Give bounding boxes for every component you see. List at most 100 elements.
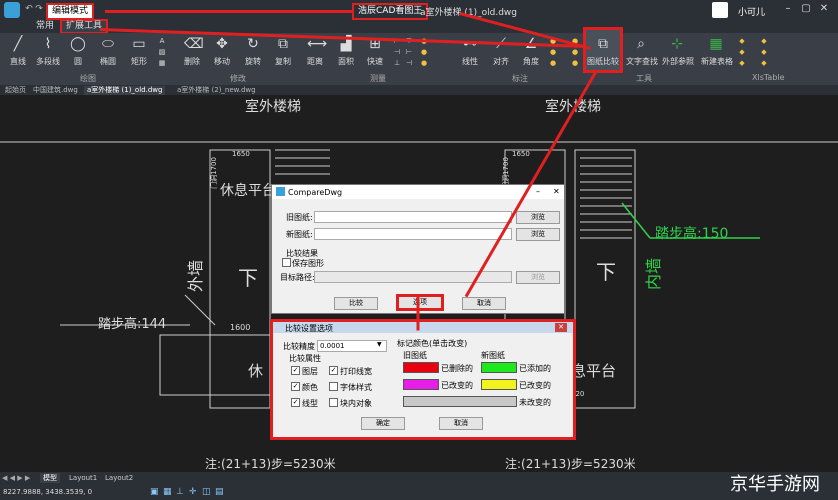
user-name[interactable]: 小可儿 <box>738 5 765 18</box>
tool-label: 面积 <box>338 57 354 66</box>
table-small-icon[interactable]: ◆ <box>760 37 768 45</box>
tab-layout2[interactable]: Layout2 <box>102 473 136 483</box>
dim-small-icon[interactable]: ⊥ <box>393 59 401 67</box>
copy-tool[interactable]: ⧉ 复制 <box>268 36 298 67</box>
app-logo-icon[interactable] <box>4 2 20 18</box>
cancel-button[interactable]: 取消 <box>439 417 483 430</box>
polar-toggle-icon[interactable]: ✛ <box>189 487 197 497</box>
attr-color-checkbox[interactable]: ✓ <box>291 382 300 391</box>
area-tool[interactable]: ▟ 面积 <box>331 36 361 67</box>
chevron-down-icon[interactable]: ▼ <box>377 341 382 348</box>
browse-new-button[interactable]: 浏览 <box>516 228 560 241</box>
dim-small-icon[interactable]: ⊣ <box>393 48 401 56</box>
annotation-arrow <box>416 296 420 331</box>
angle-dim-tool[interactable]: ∠角度 <box>516 36 546 67</box>
compare-icon: ⧉ <box>598 36 608 52</box>
stair-down-label: 下 <box>238 266 258 290</box>
rotate-tool[interactable]: ↻ 旋转 <box>238 36 268 67</box>
move-tool[interactable]: ✥ 移动 <box>207 36 237 67</box>
right-step-height: 踏步高:150 <box>655 226 729 242</box>
bulb-icon[interactable]: ● <box>571 59 579 67</box>
snap-toggle-icon[interactable]: ▣ <box>150 487 159 497</box>
ortho-toggle-icon[interactable]: ⊥ <box>176 487 184 497</box>
deleted-color-swatch[interactable] <box>403 362 439 373</box>
delete-tool[interactable]: ⌫ 删除 <box>177 36 207 67</box>
table-small-icon[interactable]: ◆ <box>760 48 768 56</box>
close-icon[interactable]: ✕ <box>555 323 567 332</box>
save-graphic-checkbox[interactable] <box>282 258 291 267</box>
osnap-toggle-icon[interactable]: ◫ <box>202 487 211 497</box>
tab-model[interactable]: 模型 <box>40 473 60 483</box>
bulb-icon[interactable]: ● <box>549 59 557 67</box>
xref-tool[interactable]: ⊹ 外部参照 <box>662 36 694 67</box>
mark-color-label: 标记颜色(单击改变) <box>397 339 468 348</box>
table-small-icon[interactable]: ◆ <box>738 59 746 67</box>
target-path-input[interactable] <box>314 271 512 283</box>
ellipse-tool[interactable]: ⬭ 椭圆 <box>93 36 123 67</box>
bulb-icon[interactable]: ● <box>420 48 428 56</box>
mark-label: 已添加的 <box>519 364 551 373</box>
doc-tab-start[interactable]: 起始页 <box>2 86 29 95</box>
new-drawing-input[interactable] <box>314 228 512 240</box>
left-title: 室外楼梯 <box>245 99 301 115</box>
attr-layer-checkbox[interactable]: ✓ <box>291 366 300 375</box>
text-search-tool[interactable]: ⌕ 文字查找 <box>626 36 658 67</box>
bulb-icon[interactable]: ● <box>571 48 579 56</box>
ok-button[interactable]: 确定 <box>361 417 405 430</box>
tab-common[interactable]: 常用 <box>32 21 58 32</box>
dim-small-icon[interactable]: ⊣ <box>405 59 413 67</box>
edit-mode-label[interactable]: 编辑模式 <box>46 3 95 20</box>
avatar[interactable] <box>712 2 728 18</box>
line-tool[interactable]: ╱ 直线 <box>3 36 33 67</box>
changed-new-color-swatch[interactable] <box>481 379 517 390</box>
tool-label: 对齐 <box>493 57 509 66</box>
doc-tab-new[interactable]: a室外楼梯 (2)_new.dwg <box>174 86 259 95</box>
minimize-button[interactable]: – <box>782 3 794 15</box>
close-button[interactable]: ✕ <box>818 3 830 15</box>
browse-old-button[interactable]: 浏览 <box>516 211 560 224</box>
maximize-button[interactable]: ▢ <box>800 3 812 15</box>
options-button[interactable]: 选项 <box>396 294 444 311</box>
tab-layout1[interactable]: Layout1 <box>66 473 100 483</box>
table-small-icon[interactable]: ◆ <box>738 37 746 45</box>
changed-old-color-swatch[interactable] <box>403 379 439 390</box>
tab-extension-tools[interactable]: 扩展工具 <box>60 19 109 34</box>
status-bar <box>0 484 838 500</box>
hatch-icon[interactable]: ▨ <box>158 48 166 56</box>
polyline-tool[interactable]: ⌇ 多段线 <box>33 36 63 67</box>
rectangle-tool[interactable]: ▭ 矩形 <box>124 36 154 67</box>
bulb-icon[interactable]: ● <box>420 59 428 67</box>
attr-label: 线型 <box>302 399 318 408</box>
browse-target-button[interactable]: 浏览 <box>516 271 560 284</box>
redo-icon[interactable]: ↷ <box>34 4 44 14</box>
cancel-button[interactable]: 取消 <box>462 297 506 310</box>
layout-nav-icon[interactable]: ◀ ◀ ▶ ▶ <box>2 474 30 482</box>
text-icon[interactable]: A <box>158 37 166 45</box>
minimize-icon[interactable]: – <box>536 187 540 196</box>
close-icon[interactable]: ✕ <box>553 187 560 196</box>
attr-block-object-checkbox[interactable] <box>329 398 338 407</box>
block-icon[interactable]: ▦ <box>158 59 166 67</box>
drawing-compare-tool[interactable]: ⧉ 图纸比较 <box>583 27 623 73</box>
attr-font-style-checkbox[interactable] <box>329 382 338 391</box>
attr-print-width-checkbox[interactable]: ✓ <box>329 366 338 375</box>
distance-tool[interactable]: ⟷ 距离 <box>300 36 330 67</box>
undo-icon[interactable]: ↶ <box>24 4 34 14</box>
new-table-tool[interactable]: ▦ 新建表格 <box>701 36 733 67</box>
table-small-icon[interactable]: ◆ <box>760 59 768 67</box>
table-small-icon[interactable]: ◆ <box>738 48 746 56</box>
doc-tab-old[interactable]: a室外楼梯 (1)_old.dwg <box>84 86 166 95</box>
mark-label: 未改变的 <box>519 398 551 407</box>
lineweight-toggle-icon[interactable]: ▤ <box>215 487 224 497</box>
attr-linetype-checkbox[interactable]: ✓ <box>291 398 300 407</box>
added-color-swatch[interactable] <box>481 362 517 373</box>
circle-tool[interactable]: ◯ 圆 <box>63 36 93 67</box>
unchanged-color-swatch[interactable] <box>403 396 517 407</box>
dim-small-icon[interactable]: ⊢ <box>405 48 413 56</box>
grid-toggle-icon[interactable]: ▦ <box>163 487 172 497</box>
bulb-icon[interactable]: ● <box>549 48 557 56</box>
ellipse-icon: ⬭ <box>102 36 114 52</box>
old-drawing-input[interactable] <box>314 211 512 223</box>
compare-button[interactable]: 比较 <box>334 297 378 310</box>
doc-tab-china-building[interactable]: 中国建筑.dwg <box>30 86 81 95</box>
